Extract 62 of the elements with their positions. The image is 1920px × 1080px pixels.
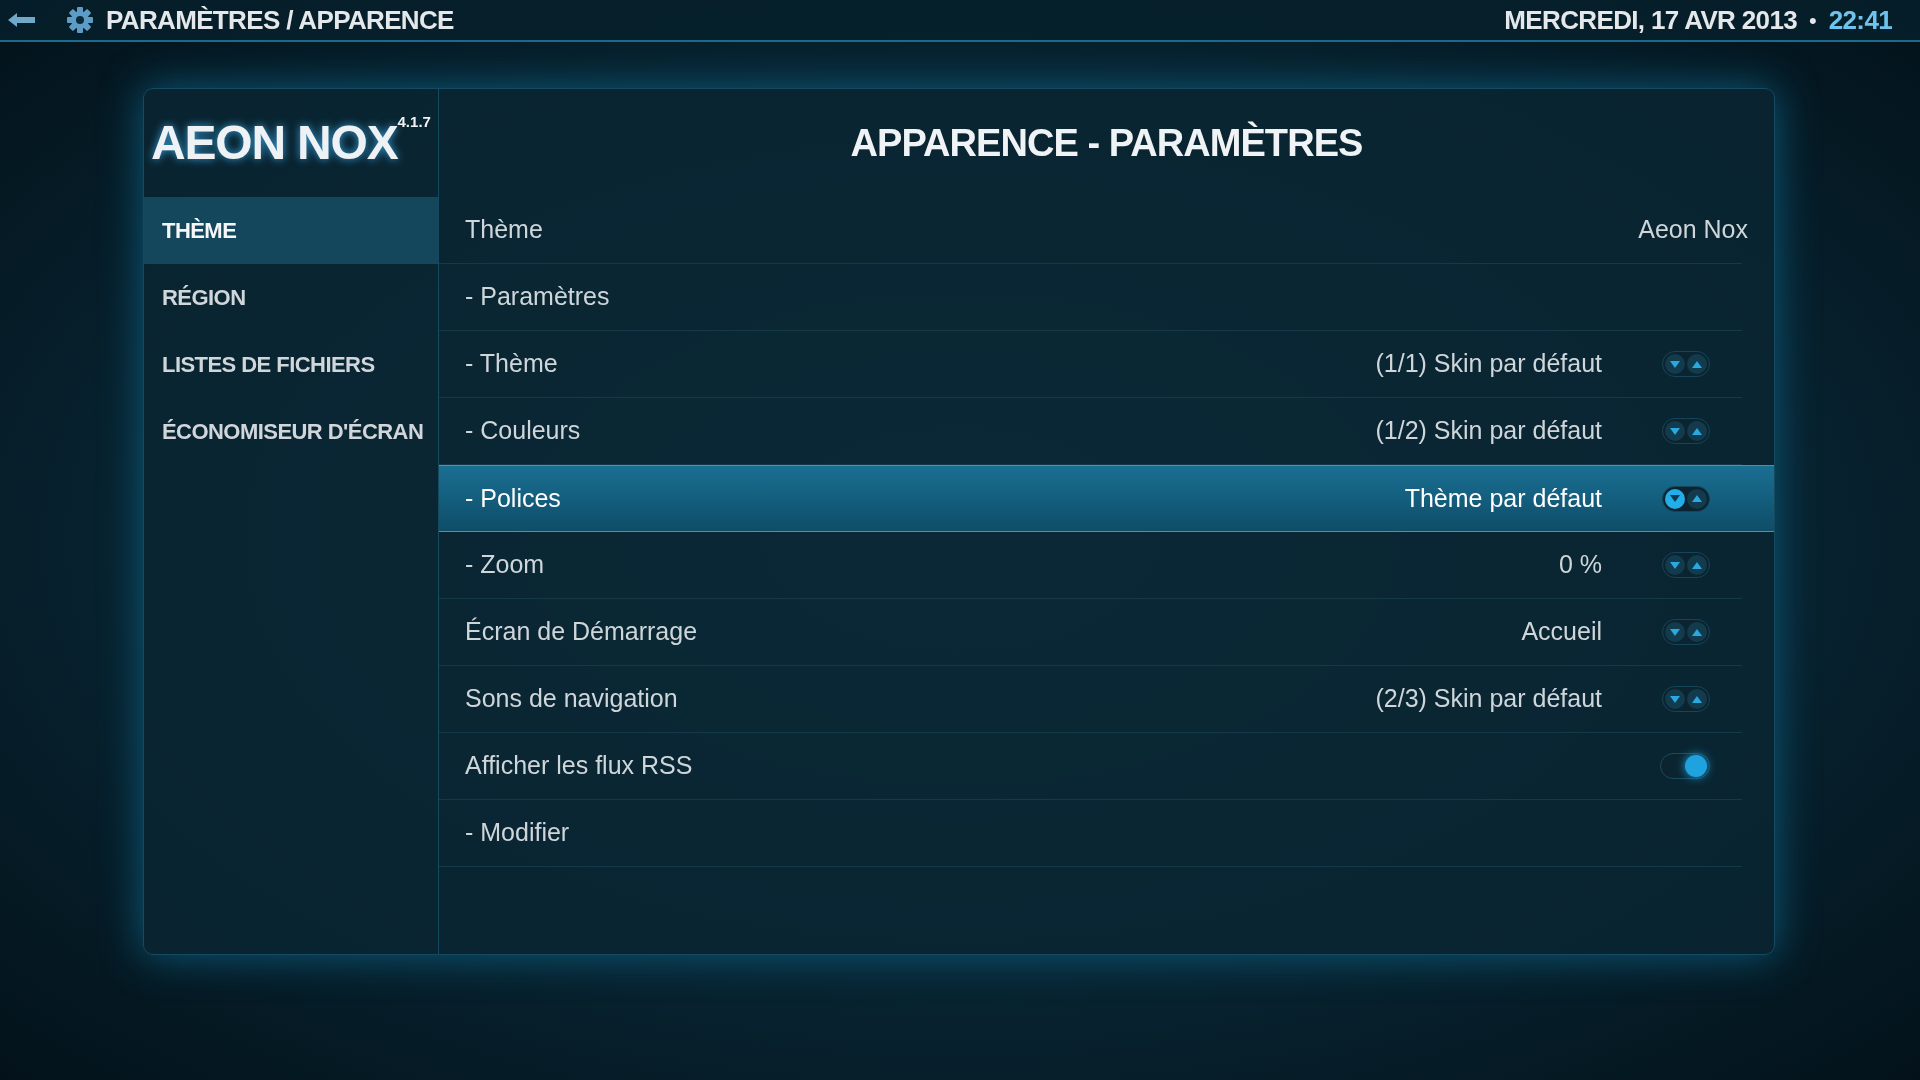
- increase-button[interactable]: [1687, 421, 1707, 441]
- caret-down-icon: [1670, 427, 1680, 435]
- logo-text: AEON NOX: [151, 115, 398, 171]
- setting-value: (1/2) Skin par défaut: [1375, 415, 1602, 447]
- clock-time: 22:41: [1828, 3, 1892, 37]
- increase-button[interactable]: [1687, 689, 1707, 709]
- increase-button[interactable]: [1687, 488, 1707, 509]
- toggle-switch[interactable]: [1660, 753, 1710, 779]
- caret-down-icon: [1670, 695, 1680, 703]
- caret-up-icon: [1692, 360, 1702, 368]
- caret-up-icon: [1692, 495, 1702, 502]
- caret-down-icon: [1670, 628, 1680, 636]
- caret-up-icon: [1692, 628, 1702, 636]
- version-text: 4.1.7: [397, 112, 431, 130]
- setting-label: Sons de navigation: [465, 683, 678, 715]
- caret-down-icon: [1670, 360, 1680, 368]
- setting-label: - Thème: [465, 348, 558, 380]
- page-title: APPARENCE - PARAMÈTRES: [850, 120, 1363, 166]
- caret-up-icon: [1692, 695, 1702, 703]
- decrease-button[interactable]: [1665, 622, 1685, 642]
- setting-label: Thème: [465, 214, 543, 246]
- setting-value: Thème par défaut: [1404, 482, 1602, 514]
- setting-value: Accueil: [1521, 616, 1602, 648]
- setting-value: (1/1) Skin par défaut: [1375, 348, 1602, 380]
- separator-dot: •: [1809, 6, 1817, 35]
- setting-value: (2/3) Skin par défaut: [1375, 683, 1602, 715]
- setting-row[interactable]: - Modifier: [439, 800, 1742, 867]
- setting-row[interactable]: - Polices Thème par défaut: [439, 465, 1774, 532]
- increase-button[interactable]: [1687, 354, 1707, 374]
- sidebar-item[interactable]: LISTES DE FICHIERS: [144, 331, 438, 398]
- setting-row[interactable]: Sons de navigation (2/3) Skin par défaut: [439, 666, 1742, 733]
- sidebar-item[interactable]: ÉCONOMISEUR D'ÉCRAN: [144, 398, 438, 465]
- setting-label: - Modifier: [465, 817, 570, 849]
- setting-label: - Polices: [465, 482, 561, 514]
- increase-button[interactable]: [1687, 622, 1707, 642]
- decrease-button[interactable]: [1665, 689, 1685, 709]
- setting-row[interactable]: - Zoom 0 %: [439, 532, 1742, 599]
- setting-label: - Paramètres: [465, 281, 610, 313]
- decrease-button[interactable]: [1665, 421, 1685, 441]
- sidebar-item[interactable]: RÉGION: [144, 264, 438, 331]
- date-text: MERCREDI, 17 AVR 2013: [1504, 3, 1798, 37]
- setting-value: Aeon Nox: [1638, 214, 1748, 246]
- increase-button[interactable]: [1687, 555, 1707, 575]
- decrease-button[interactable]: [1665, 354, 1685, 374]
- setting-row[interactable]: Écran de Démarrage Accueil: [439, 599, 1742, 666]
- caret-up-icon: [1692, 427, 1702, 435]
- setting-row[interactable]: Afficher les flux RSS: [439, 733, 1742, 800]
- sidebar-item[interactable]: THÈME: [144, 197, 438, 264]
- setting-label: - Couleurs: [465, 415, 581, 447]
- setting-row[interactable]: - Thème (1/1) Skin par défaut: [439, 331, 1742, 398]
- setting-value: 0 %: [1558, 549, 1602, 581]
- decrease-button[interactable]: [1665, 555, 1685, 575]
- setting-label: Afficher les flux RSS: [465, 750, 693, 782]
- setting-label: Écran de Démarrage: [465, 616, 698, 648]
- setting-row[interactable]: - Paramètres: [439, 264, 1742, 331]
- decrease-button[interactable]: [1665, 488, 1685, 509]
- caret-down-icon: [1670, 495, 1680, 502]
- breadcrumb-title: PARAMÈTRES / APPARENCE: [106, 3, 454, 37]
- setting-label: - Zoom: [465, 549, 545, 581]
- caret-up-icon: [1692, 561, 1702, 569]
- caret-down-icon: [1670, 561, 1680, 569]
- back-arrow-icon[interactable]: [8, 12, 36, 28]
